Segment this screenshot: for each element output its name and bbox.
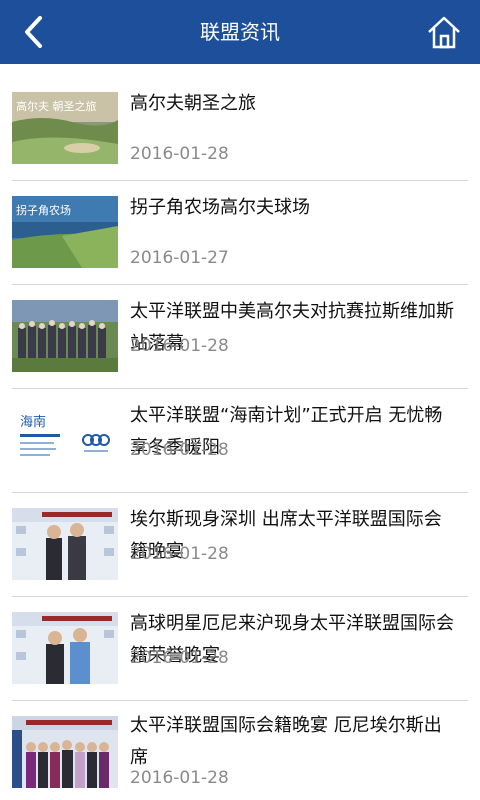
news-thumbnail bbox=[12, 300, 118, 372]
news-thumbnail: 拐子角农场 bbox=[12, 196, 118, 268]
news-thumbnail: 高尔夫 朝圣之旅 bbox=[12, 92, 118, 164]
news-item[interactable]: 拐子角农场 拐子角农场高尔夫球场 2016-01-27 bbox=[0, 180, 480, 285]
news-title: 高尔夫朝圣之旅 bbox=[130, 93, 256, 114]
news-item[interactable]: 高球明星厄尼来沪现身太平洋联盟国际会籍荣誉晚宴 2016-01-28 bbox=[0, 596, 480, 701]
news-item[interactable]: 埃尔斯现身深圳 出席太平洋联盟国际会籍晚宴 2016-01-28 bbox=[0, 492, 480, 597]
news-date: 2016-01-28 bbox=[130, 544, 229, 564]
news-title: 拐子角农场高尔夫球场 bbox=[130, 197, 310, 218]
thumb-text: 拐子角农场 bbox=[16, 203, 71, 217]
news-list: 高尔夫 朝圣之旅 高尔夫朝圣之旅 2016-01-28 拐子角农场 拐子角农场高… bbox=[0, 76, 480, 800]
news-item[interactable]: 海南 太平洋联盟“海南计划”正式开启 无忧畅享冬季暖阳 2016-01-28 bbox=[0, 388, 480, 493]
app-header: 联盟资讯 bbox=[0, 0, 480, 64]
home-button[interactable] bbox=[422, 10, 466, 54]
news-item[interactable]: 太平洋联盟国际会籍晚宴 厄尼埃尔斯出席 2016-01-28 bbox=[0, 700, 480, 800]
thumb-text: 高尔夫 朝圣之旅 bbox=[16, 99, 97, 113]
news-date: 2016-01-28 bbox=[130, 336, 229, 356]
thumb-text: 海南 bbox=[20, 414, 46, 430]
home-icon bbox=[428, 16, 460, 49]
news-thumbnail: 海南 bbox=[12, 404, 118, 476]
news-date: 2016-01-27 bbox=[130, 248, 229, 268]
news-thumbnail bbox=[12, 612, 118, 684]
news-thumbnail bbox=[12, 508, 118, 580]
news-date: 2016-01-28 bbox=[130, 440, 229, 460]
page-title: 联盟资讯 bbox=[200, 20, 280, 44]
news-date: 2016-01-28 bbox=[130, 768, 229, 788]
news-thumbnail bbox=[12, 716, 118, 788]
news-date: 2016-01-28 bbox=[130, 648, 229, 668]
news-item[interactable]: 太平洋联盟中美高尔夫对抗赛拉斯维加斯站落幕 2016-01-28 bbox=[0, 284, 480, 389]
news-date: 2016-01-28 bbox=[130, 144, 229, 164]
news-title: 太平洋联盟国际会籍晚宴 厄尼埃尔斯出席 bbox=[130, 715, 442, 768]
news-item[interactable]: 高尔夫 朝圣之旅 高尔夫朝圣之旅 2016-01-28 bbox=[0, 76, 480, 181]
